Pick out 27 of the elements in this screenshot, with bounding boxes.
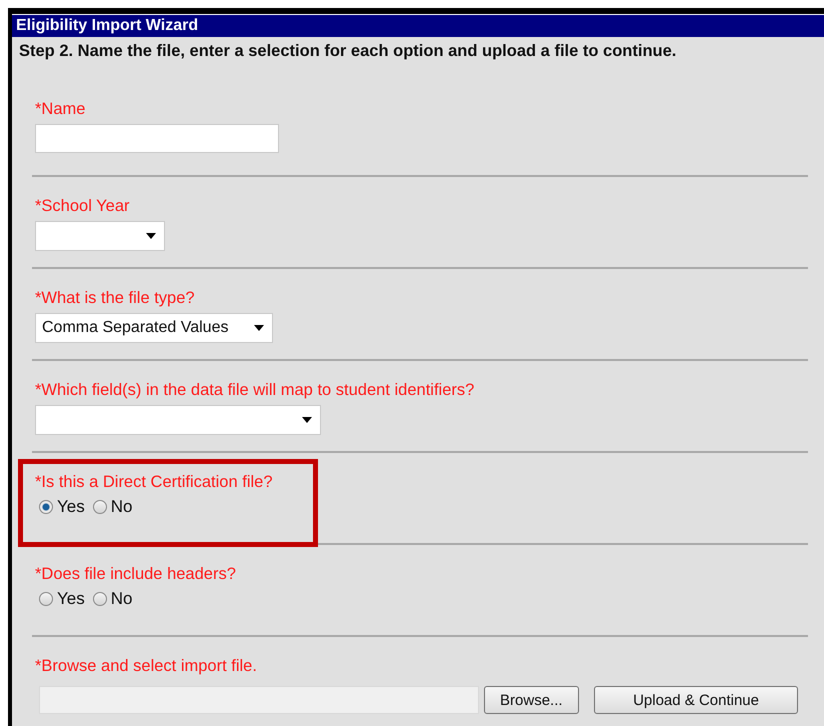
dropdown-arrow-icon [254,325,264,331]
dropdown-arrow-icon [302,417,312,423]
dropdown[interactable] [35,405,321,435]
dropdown[interactable]: Comma Separated Values [35,313,273,343]
window-title: Eligibility Import Wizard [12,14,824,37]
dropdown[interactable] [35,221,165,251]
field-label: *Name [35,100,86,119]
radio-button[interactable] [92,500,107,514]
upload-button[interactable]: Upload & Continue [594,686,798,714]
file-path-field[interactable] [39,686,479,714]
field-label: *Does file include headers? [35,565,237,584]
radio-button[interactable] [39,592,53,606]
radio-button[interactable] [92,592,107,606]
field-label: *Browse and select import file. [35,657,258,676]
field-label: *What is the file type? [35,289,196,308]
browse-button[interactable]: Browse... [484,686,580,714]
instructions: Step 2. Name the file, enter a selection for each option and upload a file to continue. [18,41,678,62]
radio-label: Yes [57,589,85,609]
dropdown-arrow-icon [146,233,156,239]
field-label: *School Year [35,197,130,216]
name-field[interactable] [35,124,279,153]
radio-label: No [110,497,132,517]
radio-label: No [110,589,132,609]
radio-button[interactable] [39,500,53,514]
radio-label: Yes [57,497,85,517]
field-label: *Which field(s) in the data file will map to student identifiers? [35,381,476,400]
field-label: *Is this a Direct Certification file? [35,473,274,492]
